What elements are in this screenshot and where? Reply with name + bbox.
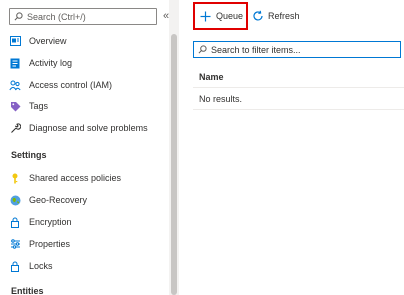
sidebar-item-label: Overview — [29, 36, 67, 46]
activity-log-icon — [9, 57, 21, 69]
section-title-entities: Entities — [11, 286, 44, 295]
sidebar-item-access-control[interactable]: Access control (IAM) — [9, 76, 164, 94]
search-icon — [14, 12, 23, 21]
empty-results-text: No results. — [199, 93, 243, 104]
add-queue-button[interactable]: Queue — [193, 2, 248, 30]
sidebar-item-encryption[interactable]: Encryption — [9, 213, 164, 231]
key-icon — [9, 172, 21, 184]
queue-button-label: Queue — [216, 11, 244, 21]
filter-placeholder: Search to filter items... — [211, 44, 301, 55]
sidebar-item-diagnose[interactable]: Diagnose and solve problems — [9, 119, 164, 137]
properties-icon — [9, 238, 21, 250]
wrench-icon — [9, 122, 21, 134]
refresh-button-label: Refresh — [268, 11, 300, 21]
sidebar-item-label: Tags — [29, 101, 49, 111]
sidebar-scrollbar-thumb[interactable] — [171, 34, 177, 295]
lock-icon — [9, 216, 21, 228]
sidebar-item-label: Properties — [29, 239, 71, 249]
sidebar-item-activity-log[interactable]: Activity log — [9, 54, 164, 72]
sidebar-item-geo-recovery[interactable]: Geo-Recovery — [9, 191, 164, 209]
search-icon — [198, 45, 207, 54]
table-header: Name — [193, 67, 404, 88]
filter-input[interactable]: Search to filter items... — [193, 41, 401, 58]
table-empty-row: No results. — [193, 88, 404, 110]
sidebar-search-placeholder: Search (Ctrl+/) — [27, 11, 86, 22]
plus-icon — [200, 11, 211, 21]
sidebar-item-label: Locks — [29, 261, 53, 271]
sidebar-item-label: Activity log — [29, 58, 73, 68]
sidebar-item-label: Encryption — [29, 217, 72, 227]
tag-icon — [9, 100, 21, 112]
refresh-button[interactable]: Refresh — [252, 2, 300, 30]
sidebar-item-overview[interactable]: Overview — [9, 32, 164, 50]
section-title-settings: Settings — [11, 150, 47, 160]
sidebar-item-label: Diagnose and solve problems — [29, 123, 148, 133]
overview-icon — [9, 35, 21, 47]
globe-icon — [9, 194, 21, 206]
sidebar-item-label: Access control (IAM) — [29, 80, 113, 90]
column-header-name[interactable]: Name — [199, 72, 224, 82]
people-icon — [9, 79, 21, 91]
lock-icon — [9, 260, 21, 272]
sidebar-item-label: Geo-Recovery — [29, 195, 88, 205]
sidebar-item-locks[interactable]: Locks — [9, 257, 164, 275]
sidebar-item-properties[interactable]: Properties — [9, 235, 164, 253]
sidebar-search-input[interactable]: Search (Ctrl+/) — [9, 8, 157, 25]
sidebar-item-shared-access-policies[interactable]: Shared access policies — [9, 169, 164, 187]
sidebar-item-label: Shared access policies — [29, 173, 122, 183]
sidebar: Search (Ctrl+/) Overview Activity log Ac… — [0, 0, 166, 295]
sidebar-item-tags[interactable]: Tags — [9, 97, 164, 115]
refresh-icon — [253, 10, 263, 21]
